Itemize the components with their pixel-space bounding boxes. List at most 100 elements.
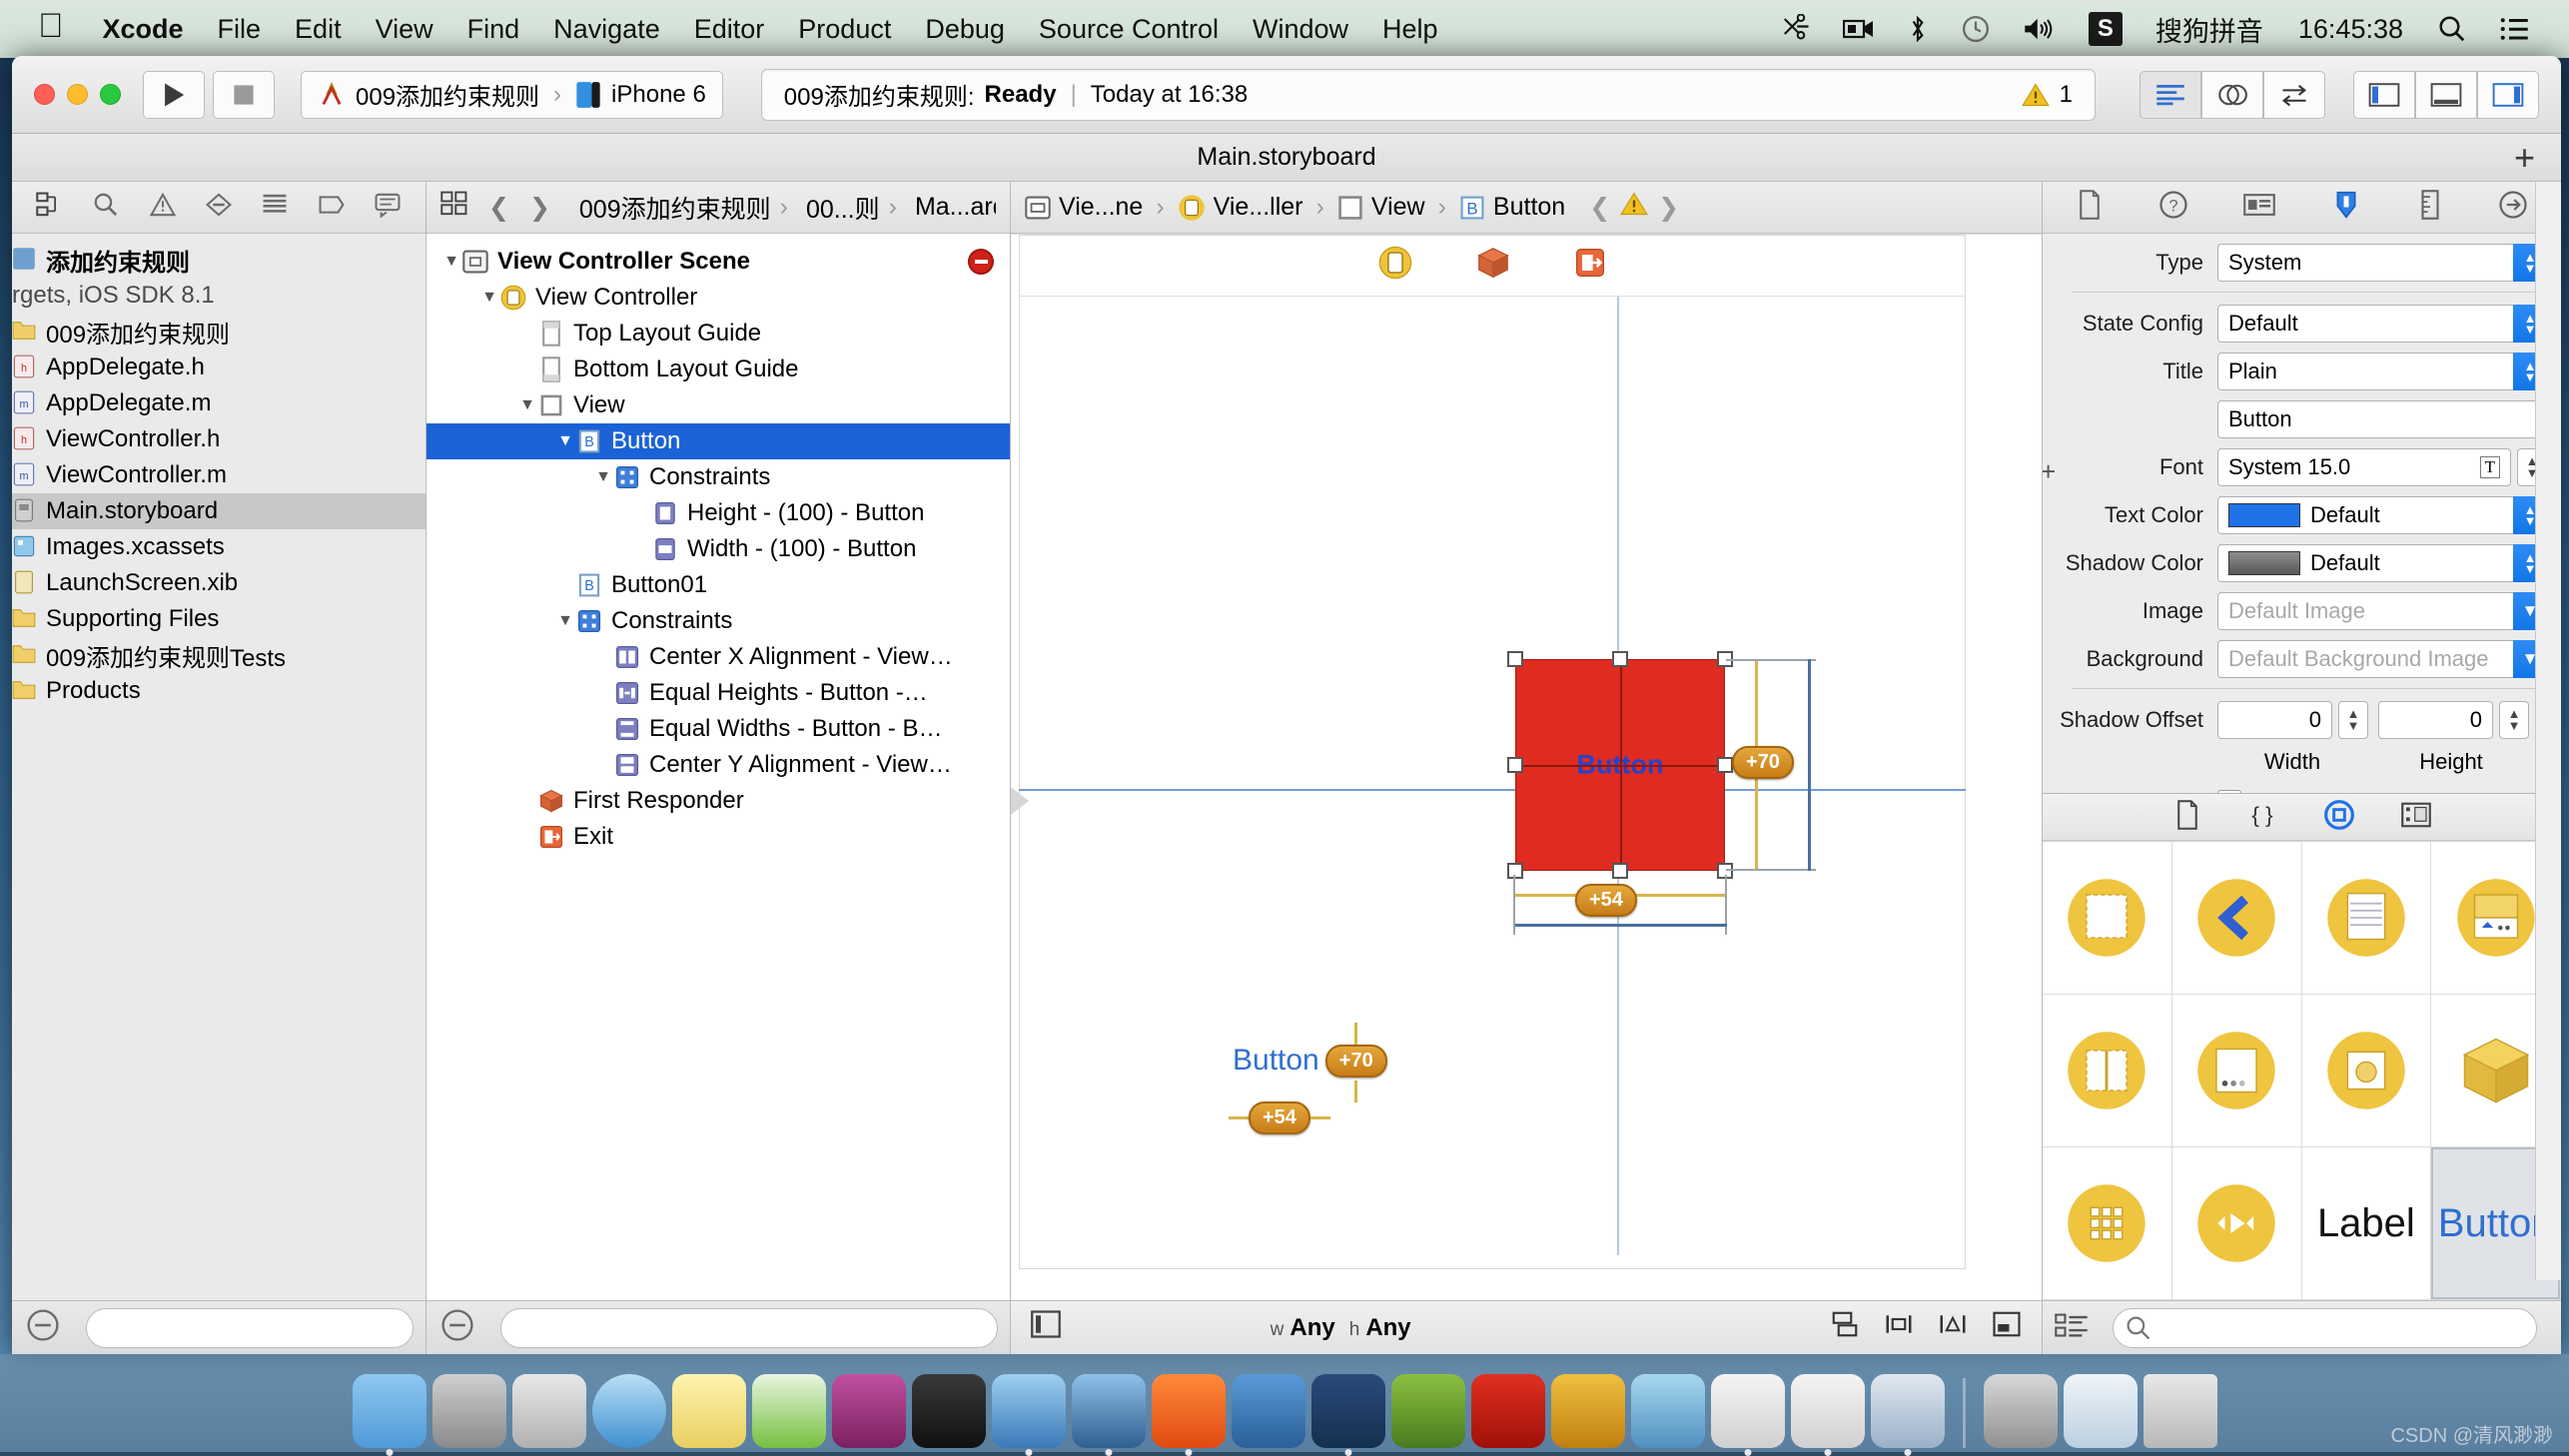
autolayout-buttons[interactable]: [1830, 1310, 2022, 1345]
navigator-item-12[interactable]: Products: [12, 673, 426, 709]
dock-system-preferences-icon[interactable]: [432, 1374, 506, 1448]
field-image[interactable]: Image Default Image ▼: [2043, 592, 2547, 630]
outline-toggle-icon[interactable]: [440, 191, 468, 224]
add-editor-button[interactable]: +: [2514, 137, 2535, 179]
field-title-text[interactable]: Button: [2043, 400, 2547, 438]
library-item-label[interactable]: Label: [2302, 1147, 2432, 1300]
object-library-icon[interactable]: [2323, 799, 2355, 836]
resize-handle-ml[interactable]: [1507, 757, 1523, 773]
size-inspector-icon[interactable]: [2417, 190, 2443, 225]
dock-app-b-icon[interactable]: [1791, 1374, 1865, 1448]
second-button-on-canvas[interactable]: Button +70: [1233, 1044, 1379, 1078]
selected-button-on-canvas[interactable]: Button: [1515, 659, 1725, 871]
issue-navigator-icon[interactable]: [149, 192, 177, 223]
outline-row-8[interactable]: Width - (100) - Button: [427, 531, 1010, 567]
field-shadow-color[interactable]: Shadow Color Default ▲▼: [2043, 544, 2547, 582]
size-class-indicator[interactable]: w Any h Any: [1271, 1314, 1411, 1342]
shadow-offset-height-input[interactable]: 0: [2378, 701, 2493, 739]
outline-row-13[interactable]: Equal Widths - Button - B…: [427, 711, 1010, 747]
menu-item-navigate[interactable]: Navigate: [536, 14, 677, 45]
dock-paint-app-icon[interactable]: [1551, 1374, 1625, 1448]
dock-image-viewer-icon[interactable]: [1871, 1374, 1945, 1448]
text-color-swatch[interactable]: [2228, 503, 2300, 527]
report-navigator-icon[interactable]: [374, 192, 402, 223]
disclosure-triangle-icon[interactable]: ▼: [592, 468, 614, 486]
input-method-badge[interactable]: S: [2073, 12, 2139, 46]
canvas-breadcrumb-scene[interactable]: Vie...ne: [1025, 193, 1143, 222]
dock-app-a-icon[interactable]: [1711, 1374, 1785, 1448]
disclosure-triangle-icon[interactable]: ▼: [554, 612, 576, 630]
field-shadow-offset[interactable]: Shadow Offset 0 ▲▼ 0 ▲▼: [2043, 701, 2547, 739]
breakpoint-navigator-icon[interactable]: [318, 192, 346, 223]
menu-item-view[interactable]: View: [359, 14, 450, 45]
menu-item-product[interactable]: Product: [781, 14, 908, 45]
project-navigator-icon[interactable]: [36, 192, 64, 223]
stop-button[interactable]: [213, 71, 275, 119]
outline-add-button[interactable]: [427, 1308, 488, 1347]
zoom-window-button[interactable]: [100, 84, 121, 105]
breadcrumb-item-1[interactable]: 00...则: [806, 190, 880, 226]
field-state-config-popup[interactable]: Default ▲▼: [2217, 305, 2547, 343]
dock-sketch-2-icon[interactable]: [1072, 1374, 1146, 1448]
menu-item-xcode[interactable]: Xcode: [86, 14, 201, 45]
test-navigator-icon[interactable]: [205, 192, 233, 223]
canvas-breadcrumb-button[interactable]: B Button: [1459, 193, 1565, 222]
code-snippet-library-icon[interactable]: { }: [2247, 800, 2277, 835]
outline-row-0[interactable]: ▼View Controller Scene: [427, 244, 1010, 280]
dock-graph-app-icon[interactable]: [1631, 1374, 1705, 1448]
disclosure-triangle-icon[interactable]: ▼: [478, 289, 500, 307]
field-font-value-box[interactable]: System 15.0 T: [2217, 448, 2511, 486]
storyboard-canvas[interactable]: Button +70: [1011, 234, 2042, 1300]
minimize-window-button[interactable]: [67, 84, 88, 105]
font-picker-icon[interactable]: T: [2480, 456, 2500, 478]
breadcrumb-item-2[interactable]: Ma...ard: [915, 193, 996, 222]
canvas-back-chevron-icon[interactable]: ❮: [1589, 193, 1610, 223]
menu-item-editor[interactable]: Editor: [677, 14, 782, 45]
field-type[interactable]: Type System ▲▼: [2043, 244, 2547, 282]
outline-row-7[interactable]: Height - (100) - Button: [427, 495, 1010, 531]
stack-icon[interactable]: [1830, 1310, 1860, 1345]
navigator-item-6[interactable]: mViewController.m: [12, 457, 426, 493]
outline-row-12[interactable]: Equal Heights - Button -…: [427, 675, 1010, 711]
outline-row-14[interactable]: Center Y Alignment - View…: [427, 747, 1010, 783]
disclosure-triangle-icon[interactable]: ▼: [440, 253, 462, 271]
outline-row-5[interactable]: ▼BButton: [427, 423, 1010, 459]
standard-editor-icon[interactable]: [2140, 71, 2201, 119]
navigator-item-7[interactable]: Main.storyboard: [12, 493, 426, 529]
second-width-badge[interactable]: +54: [1249, 1101, 1310, 1134]
viewcontroller-scene-icon[interactable]: [1378, 246, 1412, 285]
file-inspector-icon[interactable]: [2076, 190, 2104, 225]
time-machine-icon[interactable]: [1945, 14, 2007, 44]
resolve-icon[interactable]: [1992, 1310, 2022, 1345]
exit-scene-icon[interactable]: [1574, 247, 1606, 284]
dock-safari-icon[interactable]: [592, 1374, 666, 1448]
dock-launchpad-icon[interactable]: [512, 1374, 586, 1448]
dock-pdf-reader-icon[interactable]: [1152, 1374, 1226, 1448]
menu-item-source-control[interactable]: Source Control: [1022, 14, 1236, 45]
scene-stop-badge-icon[interactable]: [968, 249, 994, 275]
navigator-tab-bar[interactable]: [12, 182, 426, 234]
title-text-input[interactable]: Button: [2217, 400, 2547, 438]
back-chevron-icon[interactable]: ❮: [488, 193, 509, 223]
toggle-outline-icon[interactable]: [1031, 1310, 1061, 1345]
outline-row-11[interactable]: Center X Alignment - View…: [427, 639, 1010, 675]
attributes-inspector-body[interactable]: Type System ▲▼ State Config Default ▲▼: [2043, 234, 2561, 793]
forward-chevron-icon[interactable]: ❯: [529, 193, 550, 223]
outline-row-2[interactable]: Top Layout Guide: [427, 316, 1010, 352]
close-window-button[interactable]: [34, 84, 55, 105]
mac-dock[interactable]: [0, 1354, 2569, 1452]
navigator-item-9[interactable]: LaunchScreen.xib: [12, 565, 426, 601]
outline-row-9[interactable]: BButton01: [427, 567, 1010, 603]
dock-terminal-icon[interactable]: [912, 1374, 986, 1448]
second-height-badge[interactable]: +70: [1325, 1045, 1387, 1078]
navigator-item-3[interactable]: hAppDelegate.h: [12, 350, 426, 385]
canvas-forward-chevron-icon[interactable]: ❯: [1658, 193, 1679, 223]
shadow-offset-width-input[interactable]: 0: [2217, 701, 2332, 739]
warning-indicator[interactable]: 1: [2022, 81, 2073, 109]
field-state-config[interactable]: State Config Default ▲▼: [2043, 305, 2547, 343]
list-view-icon[interactable]: [2055, 1310, 2089, 1345]
field-type-popup[interactable]: System ▲▼: [2217, 244, 2547, 282]
navigator-item-5[interactable]: hViewController.h: [12, 421, 426, 457]
window-traffic-lights[interactable]: [34, 84, 121, 105]
canvas-warning-icon[interactable]: [1620, 191, 1648, 224]
